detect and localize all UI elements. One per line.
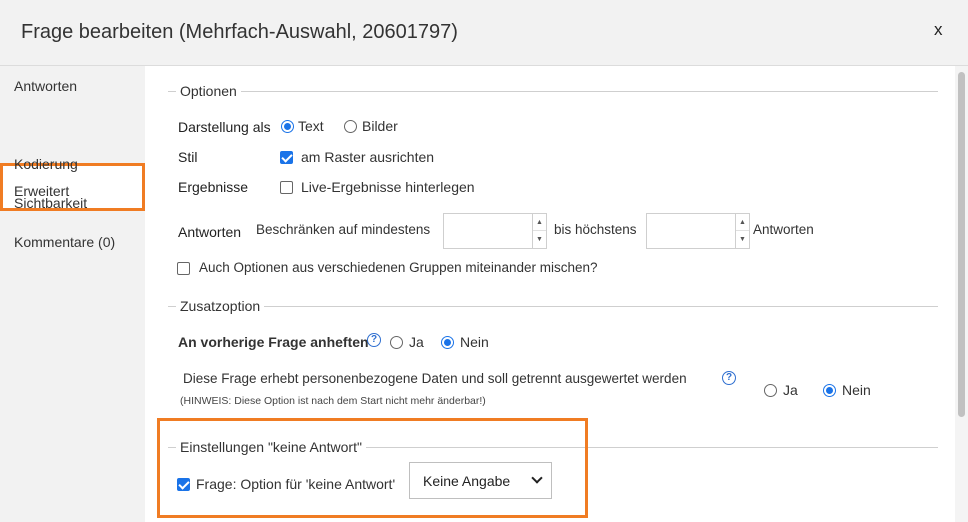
keine-antwort-select[interactable]: Keine Angabe bbox=[409, 462, 552, 499]
antworten-min-text: Beschränken auf mindestens bbox=[256, 222, 431, 237]
close-icon[interactable]: x bbox=[934, 20, 943, 40]
stepper-down-icon[interactable]: ▼ bbox=[533, 231, 546, 248]
personen-radio-ja[interactable] bbox=[764, 384, 777, 397]
personen-option-nein-label: Nein bbox=[842, 382, 871, 398]
ergebnisse-checkbox[interactable] bbox=[280, 181, 293, 194]
select-value: Keine Angabe bbox=[423, 473, 511, 489]
stil-checkbox-label: am Raster ausrichten bbox=[301, 149, 435, 165]
stepper-down-icon[interactable]: ▼ bbox=[736, 231, 749, 248]
fieldset-line bbox=[168, 306, 938, 307]
ergebnisse-checkbox-label: Live-Ergebnisse hinterlegen bbox=[301, 179, 475, 195]
sidebar-item-kodierung[interactable]: Kodierung bbox=[14, 156, 78, 172]
sidebar-item-kommentare[interactable]: Kommentare (0) bbox=[14, 234, 115, 250]
section-legend-optionen: Optionen bbox=[176, 83, 241, 99]
dialog-title: Frage bearbeiten (Mehrfach-Auswahl, 2060… bbox=[21, 21, 458, 43]
chevron-down-icon bbox=[531, 472, 543, 484]
anheften-radio-ja[interactable] bbox=[390, 336, 403, 349]
stepper-buttons: ▲ ▼ bbox=[735, 214, 749, 248]
scrollbar-thumb[interactable] bbox=[958, 72, 965, 417]
help-icon[interactable]: ? bbox=[367, 333, 381, 347]
darstellung-label: Darstellung als bbox=[178, 119, 271, 135]
keine-antwort-checkbox-label: Frage: Option für 'keine Antwort' bbox=[196, 476, 396, 492]
keine-antwort-checkbox[interactable] bbox=[177, 478, 190, 491]
darstellung-option-bilder-label: Bilder bbox=[362, 118, 398, 134]
personen-label: Diese Frage erhebt personenbezogene Date… bbox=[183, 371, 687, 386]
sidebar-item-sichtbarkeit[interactable]: Sichtbarkeit bbox=[14, 195, 87, 211]
darstellung-radio-bilder[interactable] bbox=[344, 120, 357, 133]
antworten-max-text: bis höchstens bbox=[554, 222, 637, 237]
stepper-up-icon[interactable]: ▲ bbox=[533, 214, 546, 231]
stil-label: Stil bbox=[178, 149, 198, 165]
stil-checkbox[interactable] bbox=[280, 151, 293, 164]
section-legend-zusatzoption: Zusatzoption bbox=[176, 298, 265, 314]
stepper-buttons: ▲ ▼ bbox=[532, 214, 546, 248]
anheften-label: An vorherige Frage anheften bbox=[178, 334, 369, 350]
help-icon[interactable]: ? bbox=[722, 371, 736, 385]
antworten-label: Antworten bbox=[178, 224, 242, 240]
personen-hint: (HINWEIS: Diese Option ist nach dem Star… bbox=[180, 395, 486, 407]
personen-option-ja-label: Ja bbox=[783, 382, 798, 398]
antworten-max-stepper[interactable]: ▲ ▼ bbox=[646, 213, 750, 249]
darstellung-radio-text[interactable] bbox=[281, 120, 294, 133]
anheften-option-nein-label: Nein bbox=[460, 334, 489, 350]
ergebnisse-label: Ergebnisse bbox=[178, 179, 249, 195]
stepper-up-icon[interactable]: ▲ bbox=[736, 214, 749, 231]
sidebar-item-antworten[interactable]: Antworten bbox=[14, 78, 77, 94]
dialog-header: Frage bearbeiten (Mehrfach-Auswahl, 2060… bbox=[0, 0, 968, 66]
mischen-checkbox[interactable] bbox=[177, 262, 190, 275]
anheften-radio-nein[interactable] bbox=[441, 336, 454, 349]
anheften-option-ja-label: Ja bbox=[409, 334, 424, 350]
fieldset-line bbox=[168, 91, 938, 92]
darstellung-option-text-label: Text bbox=[298, 118, 324, 134]
antworten-min-stepper[interactable]: ▲ ▼ bbox=[443, 213, 547, 249]
sidebar: Antworten Erweitert Kodierung Sichtbarke… bbox=[0, 66, 145, 522]
personen-radio-nein[interactable] bbox=[823, 384, 836, 397]
mischen-checkbox-label: Auch Optionen aus verschiedenen Gruppen … bbox=[199, 260, 598, 275]
antworten-suffix: Antworten bbox=[753, 222, 814, 237]
